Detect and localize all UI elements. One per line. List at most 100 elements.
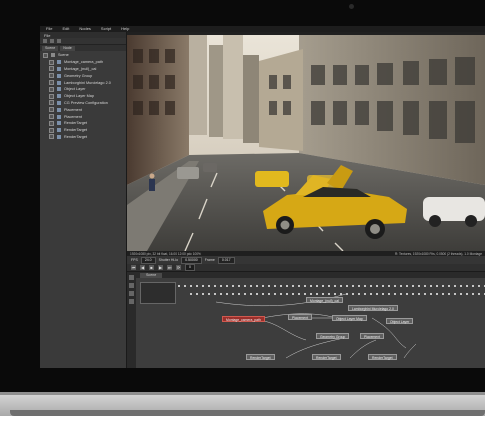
- fps-label: FPS: [131, 258, 138, 262]
- visibility-checkbox[interactable]: [49, 134, 54, 140]
- graph-node-label: Montage_(null)_cal: [310, 299, 339, 303]
- graph-node-label: RenderTarget: [250, 356, 271, 360]
- render-controls: FPS 24.0 Shutter Hi-lo 0.50000 Frame 0.0…: [127, 256, 485, 264]
- tree-item-label: RenderTarget: [64, 134, 88, 139]
- graph-node[interactable]: Montage_(null)_cal: [306, 297, 343, 303]
- graph-node[interactable]: Placement: [288, 314, 313, 320]
- save-icon[interactable]: [57, 39, 61, 43]
- laptop-hinge: [0, 392, 485, 395]
- visibility-checkbox[interactable]: [49, 80, 54, 86]
- scene-panel: File Scene Node Scene Montage_camera_path…: [40, 32, 127, 368]
- shutter-label: Shutter Hi-lo: [158, 258, 179, 262]
- viewport[interactable]: [127, 35, 485, 251]
- tree-item[interactable]: RenderTarget: [40, 120, 126, 127]
- node-icon: [57, 73, 61, 78]
- graph-node[interactable]: Lamborghini Murcielago 2.0: [348, 305, 398, 311]
- tree-item-label: Object Layer Map: [64, 94, 94, 99]
- graph-node[interactable]: Montage_camera_path: [222, 316, 265, 322]
- tree-item-label: RenderTarget: [64, 128, 88, 133]
- scene-tree: Scene Montage_camera_path Montage_(null)_c…: [40, 51, 126, 140]
- graph-node[interactable]: Geometry Group: [316, 333, 350, 339]
- tree-item[interactable]: Lamborghini Murcielago 2.0: [40, 79, 126, 86]
- current-frame-field[interactable]: 0: [185, 264, 195, 271]
- loop-button[interactable]: ⟳: [176, 265, 181, 270]
- open-icon[interactable]: [50, 39, 54, 43]
- panel-toolbar: [40, 38, 126, 45]
- tree-item[interactable]: Geometry Group: [40, 72, 126, 79]
- graph-node[interactable]: Object Layer Map: [332, 315, 367, 321]
- tree-item[interactable]: Placement: [40, 106, 126, 113]
- graph-node[interactable]: RenderTarget: [312, 354, 341, 360]
- tab-scene[interactable]: Scene: [42, 46, 59, 51]
- visibility-checkbox[interactable]: [49, 120, 54, 126]
- visibility-checkbox[interactable]: [49, 107, 54, 113]
- node-connections: [215, 293, 417, 359]
- viewer-status-right: R: Textures, 1920x1080 Fits, 0.0500 (2 t…: [395, 251, 482, 256]
- graph-node[interactable]: RenderTarget: [368, 354, 397, 360]
- visibility-checkbox[interactable]: [49, 59, 54, 65]
- graph-node[interactable]: RenderTarget: [246, 354, 275, 360]
- graph-node[interactable]: Placement: [360, 333, 385, 339]
- last-frame-button[interactable]: ⏭: [167, 265, 172, 270]
- graph-node-label: Placement: [292, 316, 309, 320]
- tree-item[interactable]: CG Preview Configuration: [40, 100, 126, 107]
- node-icon: [57, 60, 61, 65]
- visibility-checkbox[interactable]: [49, 86, 54, 92]
- node-icon: [57, 100, 61, 105]
- visibility-checkbox[interactable]: [49, 66, 54, 72]
- tree-item[interactable]: Montage_camera_path: [40, 59, 126, 66]
- frame-field[interactable]: 0.017: [217, 256, 235, 264]
- step-back-button[interactable]: ◀: [140, 265, 145, 270]
- tree-item-label: Placement: [64, 107, 82, 112]
- visibility-checkbox[interactable]: [49, 93, 54, 99]
- node-icon: [57, 134, 61, 139]
- frame-all-icon[interactable]: [129, 299, 134, 304]
- tree-item[interactable]: Object Layer: [40, 86, 126, 93]
- shutter-field[interactable]: 0.50000: [181, 256, 202, 264]
- visibility-checkbox[interactable]: [49, 114, 54, 120]
- graph-node[interactable]: Object Layer: [386, 318, 414, 324]
- graph-node-label: Object Layer: [390, 320, 410, 324]
- node-icon: [57, 107, 61, 112]
- folder-icon: [51, 53, 55, 58]
- tree-item[interactable]: RenderTarget: [40, 134, 126, 141]
- node-icon: [57, 128, 61, 133]
- tree-item[interactable]: Object Layer Map: [40, 93, 126, 100]
- tree-item[interactable]: Placement: [40, 113, 126, 120]
- graph-node-label: Geometry Group: [320, 335, 346, 339]
- visibility-checkbox[interactable]: [49, 127, 54, 133]
- fps-field[interactable]: 24.0: [140, 256, 156, 264]
- new-icon[interactable]: [43, 39, 47, 43]
- laptop-foot: [10, 410, 485, 416]
- graph-node-label: Placement: [364, 335, 381, 339]
- visibility-checkbox[interactable]: [49, 73, 54, 79]
- visibility-checkbox[interactable]: [43, 52, 48, 58]
- pan-tool-icon[interactable]: [129, 283, 134, 288]
- visibility-checkbox[interactable]: [49, 100, 54, 106]
- viewer-status-left: 1920x1080 pix, 32 bit float, 16.00 12:00…: [130, 251, 201, 256]
- transport-bar: ⏮ ◀ ■ ▶ ⏭ ⟳ 0: [127, 264, 485, 272]
- tab-node[interactable]: Node: [60, 46, 75, 51]
- tree-item[interactable]: Montage_(null)_cal: [40, 66, 126, 73]
- tree-item-label: Montage_camera_path: [64, 60, 104, 65]
- tree-item[interactable]: Scene: [40, 52, 126, 59]
- stop-button[interactable]: ■: [149, 265, 154, 270]
- tree-item-label: Geometry Group: [64, 73, 93, 78]
- tree-item-label: Lamborghini Murcielago 2.0: [64, 80, 111, 85]
- panel-title: File: [44, 32, 51, 38]
- play-button[interactable]: ▶: [158, 265, 163, 270]
- tree-item[interactable]: RenderTarget: [40, 127, 126, 134]
- first-frame-button[interactable]: ⏮: [131, 265, 136, 270]
- frame-label: Frame: [204, 258, 215, 262]
- app-window: File Edit Nodes Script Help File Scene N…: [40, 26, 485, 368]
- zoom-tool-icon[interactable]: [129, 291, 134, 296]
- select-tool-icon[interactable]: [129, 275, 134, 280]
- tree-item-label: RenderTarget: [64, 121, 88, 126]
- graph-node-label: RenderTarget: [372, 356, 393, 360]
- graph-node-label: Lamborghini Murcielago 2.0: [352, 307, 394, 311]
- tree-item-label: Scene: [58, 53, 69, 58]
- node-graph[interactable]: Scene Montage_(null)_cal Lamborghini Murc…: [136, 272, 485, 368]
- graph-node-label: Montage_camera_path: [226, 318, 261, 322]
- node-icon: [57, 66, 61, 71]
- node-icon: [57, 80, 61, 85]
